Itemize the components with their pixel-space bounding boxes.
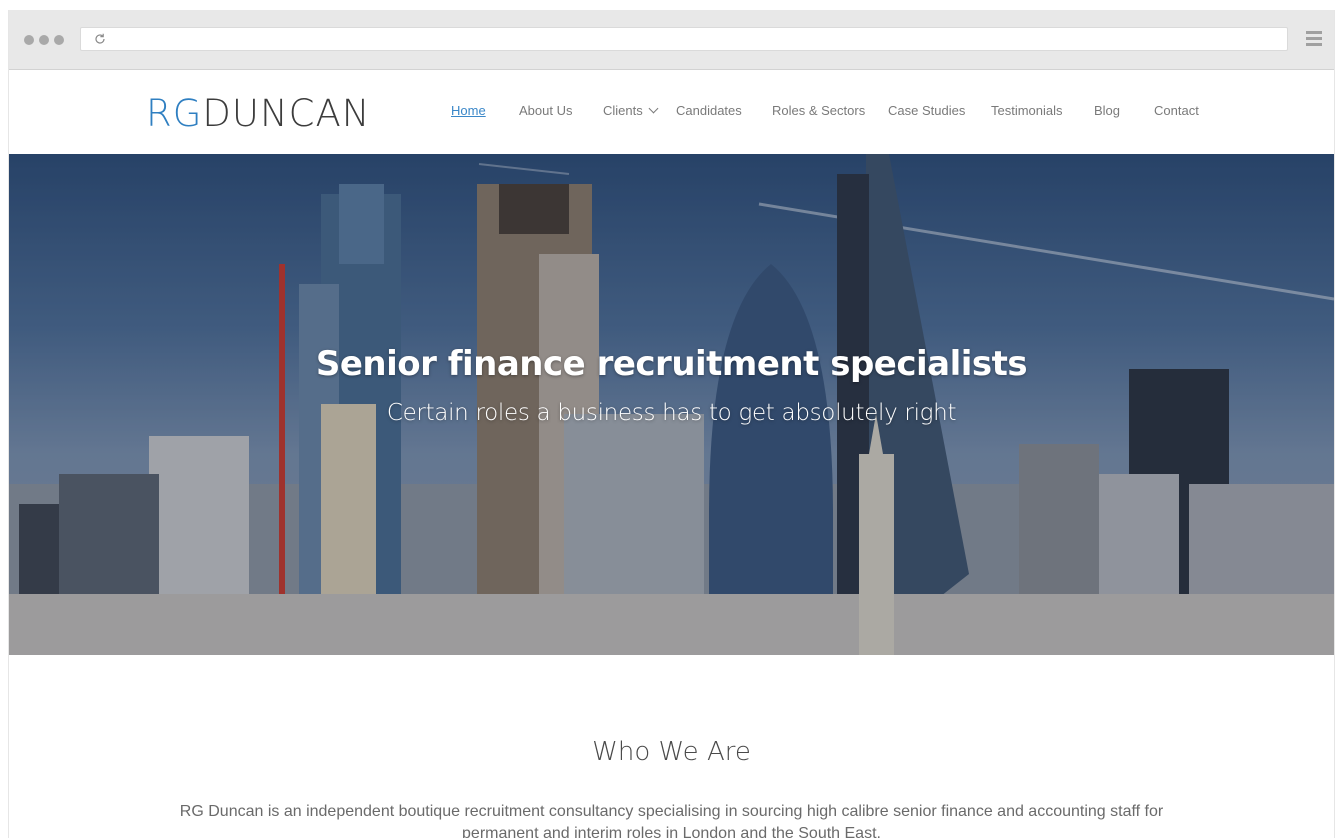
- nav-roles-sectors[interactable]: Roles & Sectors: [772, 103, 865, 118]
- site-header: RGDUNCAN Home About Us Clients Candidate…: [9, 70, 1334, 155]
- nav-about-us[interactable]: About Us: [519, 103, 572, 118]
- logo-rg: RG: [146, 92, 203, 135]
- window-zoom-dot[interactable]: [54, 35, 64, 45]
- hero-subtitle: Certain roles a business has to get abso…: [386, 400, 957, 426]
- nav-testimonials[interactable]: Testimonials: [991, 103, 1063, 118]
- nav-candidates[interactable]: Candidates: [676, 103, 742, 118]
- who-we-are-section: Who We Are RG Duncan is an independent b…: [9, 655, 1334, 838]
- browser-toolbar: [9, 10, 1334, 70]
- hamburger-menu-icon[interactable]: [1306, 31, 1322, 49]
- section-title: Who We Are: [592, 737, 751, 767]
- address-bar[interactable]: [80, 27, 1288, 51]
- hero-title: Senior finance recruitment specialists: [315, 344, 1028, 384]
- nav-home[interactable]: Home: [451, 103, 486, 118]
- window-minimize-dot[interactable]: [39, 35, 49, 45]
- section-body: RG Duncan is an independent boutique rec…: [179, 803, 1164, 838]
- nav-clients-label: Clients: [603, 103, 643, 118]
- browser-window: RGDUNCAN Home About Us Clients Candidate…: [8, 10, 1335, 838]
- logo[interactable]: RGDUNCAN: [146, 94, 370, 134]
- chevron-down-icon: [648, 103, 659, 114]
- logo-duncan: DUNCAN: [202, 92, 371, 135]
- window-close-dot[interactable]: [24, 35, 34, 45]
- reload-icon[interactable]: [94, 33, 106, 45]
- nav-contact[interactable]: Contact: [1154, 103, 1199, 118]
- nav-clients[interactable]: Clients: [603, 103, 659, 118]
- nav-blog[interactable]: Blog: [1094, 103, 1120, 118]
- hero-banner: Senior finance recruitment specialists C…: [9, 154, 1334, 655]
- nav-case-studies[interactable]: Case Studies: [888, 103, 965, 118]
